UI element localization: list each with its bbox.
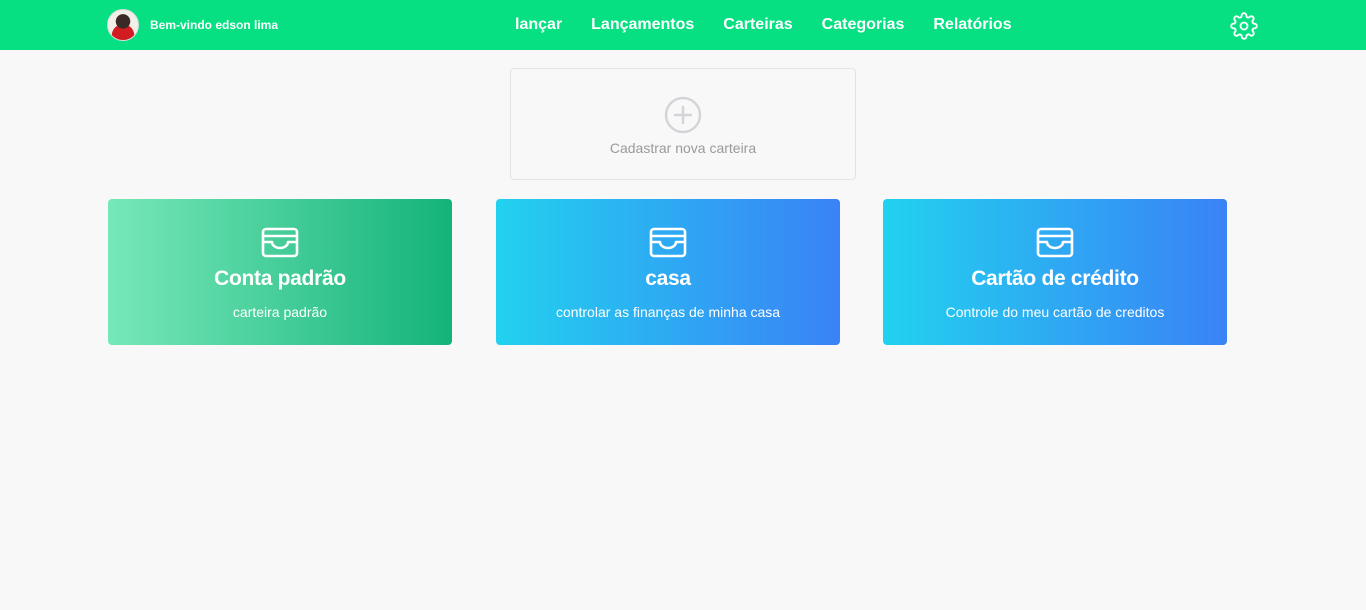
wallet-name: Cartão de crédito: [971, 267, 1139, 290]
wallet-card-casa[interactable]: casa controlar as finanças de minha casa: [496, 199, 840, 345]
main-nav: lançar Lançamentos Carteiras Categorias …: [500, 0, 1026, 50]
nav-lancamentos[interactable]: Lançamentos: [591, 16, 694, 34]
nav-relatorios[interactable]: Relatórios: [933, 16, 1011, 34]
wallet-name: casa: [645, 267, 691, 290]
user-info: Bem-vindo edson lima: [107, 9, 278, 41]
avatar[interactable]: [107, 9, 139, 41]
plus-circle-icon: [664, 96, 702, 134]
wallet-description: controlar as finanças de minha casa: [555, 304, 781, 320]
wallet-description: carteira padrão: [232, 304, 328, 320]
wallet-icon: [1036, 227, 1074, 258]
wallet-name: Conta padrão: [214, 267, 346, 290]
top-navbar: Bem-vindo edson lima lançar Lançamentos …: [0, 0, 1366, 50]
nav-categorias[interactable]: Categorias: [822, 16, 905, 34]
nav-carteiras[interactable]: Carteiras: [723, 16, 792, 34]
gear-icon[interactable]: [1230, 12, 1258, 40]
nav-lancar[interactable]: lançar: [515, 16, 562, 34]
wallet-description: Controle do meu cartão de creditos: [945, 304, 1165, 320]
new-wallet-label: Cadastrar nova carteira: [609, 140, 757, 156]
wallet-icon: [261, 227, 299, 258]
welcome-text: Bem-vindo edson lima: [150, 18, 279, 32]
wallet-card-conta-padrao[interactable]: Conta padrão carteira padrão: [108, 199, 452, 345]
wallet-icon: [649, 227, 687, 258]
new-wallet-button[interactable]: Cadastrar nova carteira: [510, 68, 856, 180]
wallet-card-cartao-de-credito[interactable]: Cartão de crédito Controle do meu cartão…: [883, 199, 1227, 345]
